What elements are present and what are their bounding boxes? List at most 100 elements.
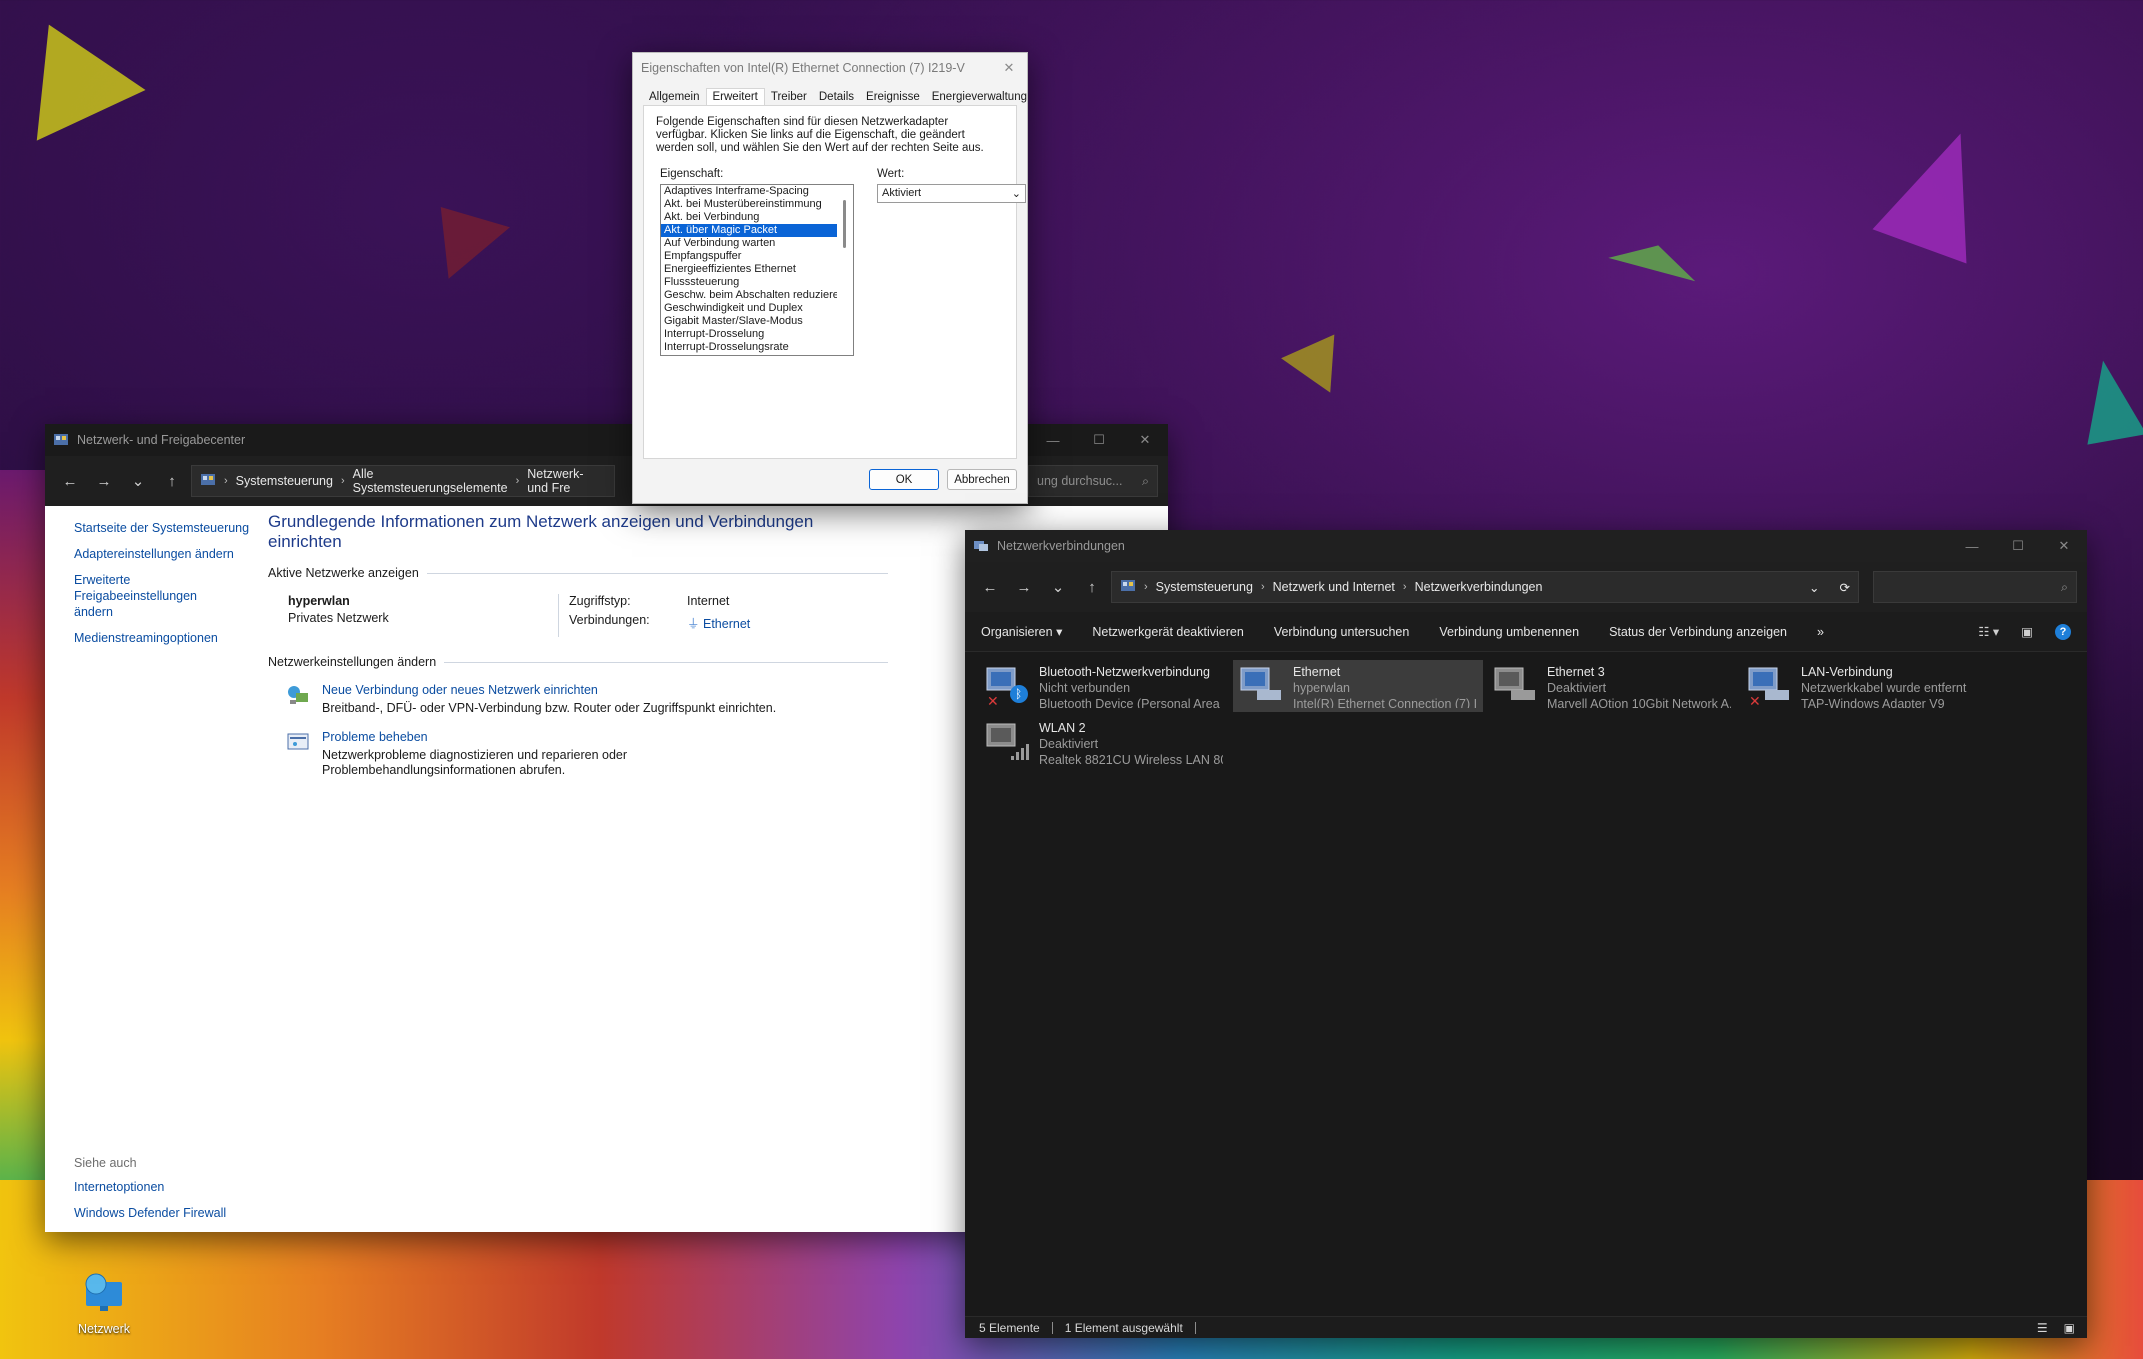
section-title: Netzwerkeinstellungen ändern bbox=[268, 655, 437, 669]
forward-button[interactable]: → bbox=[1009, 572, 1039, 602]
list-item[interactable]: Interrupt-Drosselung bbox=[661, 328, 837, 341]
connection-device: Marvell AQtion 10Gbit Network A... bbox=[1547, 697, 1731, 708]
chevron-right-icon: › bbox=[224, 475, 228, 487]
recent-locations-button[interactable]: ⌄ bbox=[1043, 572, 1073, 602]
cp-home-link[interactable]: Startseite der Systemsteuerung bbox=[74, 520, 275, 536]
list-item[interactable]: Gigabit Master/Slave-Modus bbox=[661, 315, 837, 328]
breadcrumb-item[interactable]: Netzwerk- und Fre bbox=[527, 467, 605, 495]
preview-pane-icon[interactable]: ▣ bbox=[2021, 624, 2033, 640]
connection-status: hyperwlan bbox=[1293, 681, 1350, 695]
breadcrumb-item[interactable]: Systemsteuerung bbox=[1156, 580, 1253, 594]
caret-down-icon: ▾ bbox=[1056, 625, 1063, 639]
adapter-settings-link[interactable]: Adaptereinstellungen ändern bbox=[74, 546, 275, 562]
chevron-down-icon[interactable]: ⌄ bbox=[1809, 580, 1819, 595]
dialog-titlebar[interactable]: Eigenschaften von Intel(R) Ethernet Conn… bbox=[633, 53, 1027, 83]
disable-device-button[interactable]: Netzwerkgerät deaktivieren bbox=[1092, 625, 1243, 639]
back-button[interactable]: ← bbox=[55, 466, 85, 496]
refresh-icon[interactable]: ⟳ bbox=[1840, 580, 1850, 595]
back-button[interactable]: ← bbox=[975, 572, 1005, 602]
rename-button[interactable]: Verbindung umbenennen bbox=[1439, 625, 1579, 639]
network-connections-icon bbox=[973, 538, 989, 554]
large-icons-view-icon[interactable]: ▣ bbox=[2064, 1321, 2075, 1335]
connection-name: LAN-Verbindung bbox=[1801, 665, 1893, 679]
diagnose-button[interactable]: Verbindung untersuchen bbox=[1274, 625, 1410, 639]
forward-button[interactable]: → bbox=[89, 466, 119, 496]
list-item[interactable]: ᛒ ✕ Bluetooth-Netzwerkverbindung Nicht ve… bbox=[979, 660, 1229, 712]
troubleshoot-desc: Netzwerkprobleme diagnostizieren und rep… bbox=[322, 748, 628, 777]
list-item[interactable]: Flusssteuerung bbox=[661, 276, 837, 289]
list-item-selected[interactable]: Akt. über Magic Packet bbox=[661, 224, 837, 237]
list-item[interactable]: Auf Verbindung warten bbox=[661, 237, 837, 250]
new-connection-link[interactable]: Neue Verbindung oder neues Netzwerk einr… bbox=[322, 683, 822, 697]
desktop-icon-network[interactable]: Netzwerk bbox=[72, 1270, 136, 1336]
selection-count: 1 Element ausgewählt bbox=[1064, 1320, 1183, 1335]
nc-titlebar[interactable]: Netzwerkverbindungen — ☐ ✕ bbox=[965, 530, 2087, 562]
list-item[interactable]: Interrupt-Drosselungsrate bbox=[661, 341, 837, 354]
wallpaper-shape bbox=[1281, 317, 1359, 393]
ok-button[interactable]: OK bbox=[869, 469, 939, 490]
dialog-title: Eigenschaften von Intel(R) Ethernet Conn… bbox=[641, 61, 965, 75]
breadcrumb-item[interactable]: Netzwerk und Internet bbox=[1273, 580, 1395, 594]
connection-name: Ethernet 3 bbox=[1547, 665, 1605, 679]
tab-allgemein[interactable]: Allgemein bbox=[643, 89, 706, 105]
tab-erweitert[interactable]: Erweitert bbox=[705, 88, 765, 105]
view-status-button[interactable]: Status der Verbindung anzeigen bbox=[1609, 625, 1787, 639]
nc-address-bar[interactable]: › Systemsteuerung › Netzwerk und Interne… bbox=[1111, 571, 1859, 603]
value-dropdown[interactable]: Aktiviert ⌄ bbox=[877, 184, 1026, 203]
close-button[interactable]: ✕ bbox=[2041, 530, 2087, 562]
media-streaming-link[interactable]: Medienstreamingoptionen bbox=[74, 630, 275, 646]
list-scrollbar[interactable] bbox=[838, 188, 852, 354]
list-item-selected[interactable]: Ethernet hyperwlan Intel(R) Ethernet Con… bbox=[1233, 660, 1483, 712]
wallpaper-shape bbox=[1872, 116, 2008, 264]
change-settings-header: Netzwerkeinstellungen ändern bbox=[268, 655, 888, 669]
change-view-icon[interactable]: ☷ ▾ bbox=[1978, 624, 1999, 640]
tab-details[interactable]: Details bbox=[813, 89, 860, 105]
connection-device: Realtek 8821CU Wireless LAN 802.... bbox=[1039, 753, 1223, 764]
up-button[interactable]: ↑ bbox=[157, 466, 187, 496]
cp-address-bar[interactable]: › Systemsteuerung › Alle Systemsteuerung… bbox=[191, 465, 615, 497]
list-item[interactable]: Adaptives Interframe-Spacing bbox=[661, 185, 837, 198]
close-button[interactable]: ✕ bbox=[991, 53, 1027, 84]
minimize-button[interactable]: — bbox=[1949, 530, 1995, 562]
organize-button[interactable]: Organisieren ▾ bbox=[981, 624, 1062, 639]
maximize-button[interactable]: ☐ bbox=[1076, 424, 1122, 456]
tab-treiber[interactable]: Treiber bbox=[765, 89, 813, 105]
cp-main-pane: Grundlegende Informationen zum Netzwerk … bbox=[268, 506, 888, 792]
list-item[interactable]: WLAN 2 Deaktiviert Realtek 8821CU Wirele… bbox=[979, 716, 1229, 768]
ethernet-plug-icon: ⏚ bbox=[687, 617, 703, 631]
cp-search-input[interactable]: ung durchsuc... ⌕ bbox=[1028, 465, 1158, 497]
breadcrumb-item[interactable]: Alle Systemsteuerungselemente bbox=[353, 467, 508, 495]
tab-ereignisse[interactable]: Ereignisse bbox=[860, 89, 926, 105]
troubleshoot-link[interactable]: Probleme beheben bbox=[322, 730, 822, 744]
connection-link[interactable]: ⏚ Ethernet bbox=[687, 613, 750, 632]
list-item[interactable]: Empfangspuffer bbox=[661, 250, 837, 263]
nc-search-input[interactable]: ⌕ bbox=[1873, 571, 2077, 603]
advanced-sharing-link[interactable]: Erweiterte Freigabeeinstellungen ändern bbox=[74, 572, 234, 620]
maximize-button[interactable]: ☐ bbox=[1995, 530, 2041, 562]
internet-options-link[interactable]: Internetoptionen bbox=[74, 1179, 226, 1195]
active-network-panel: hyperwlan Privates Netzwerk Zugriffstyp:… bbox=[268, 594, 888, 637]
breadcrumb-item[interactable]: Netzwerkverbindungen bbox=[1415, 580, 1543, 594]
list-item[interactable]: Energieeffizientes Ethernet bbox=[661, 263, 837, 276]
help-icon[interactable]: ? bbox=[2055, 623, 2071, 640]
list-item[interactable]: Akt. bei Musterübereinstimmung bbox=[661, 198, 837, 211]
up-button[interactable]: ↑ bbox=[1077, 572, 1107, 602]
defender-firewall-link[interactable]: Windows Defender Firewall bbox=[74, 1205, 226, 1221]
list-item[interactable]: Ethernet 3 Deaktiviert Marvell AQtion 10… bbox=[1487, 660, 1737, 712]
ethernet-icon bbox=[1239, 664, 1285, 708]
list-item[interactable]: ✕ LAN-Verbindung Netzwerkkabel wurde ent… bbox=[1741, 660, 1991, 712]
close-button[interactable]: ✕ bbox=[1122, 424, 1168, 456]
recent-locations-button[interactable]: ⌄ bbox=[123, 466, 153, 496]
list-item[interactable]: Geschwindigkeit und Duplex bbox=[661, 302, 837, 315]
more-commands-button[interactable]: » bbox=[1817, 625, 1824, 639]
minimize-button[interactable]: — bbox=[1030, 424, 1076, 456]
details-view-icon[interactable]: ☰ bbox=[2037, 1321, 2048, 1335]
list-item[interactable]: Geschw. beim Abschalten reduzieren bbox=[661, 289, 837, 302]
list-item[interactable]: Akt. bei Verbindung bbox=[661, 211, 837, 224]
connection-name: Ethernet bbox=[1293, 665, 1341, 679]
tab-energieverwaltung[interactable]: Energieverwaltung bbox=[926, 89, 1027, 105]
cancel-button[interactable]: Abbrechen bbox=[947, 469, 1017, 490]
property-list[interactable]: Adaptives Interframe-Spacing Akt. bei Mu… bbox=[660, 184, 854, 356]
breadcrumb-item[interactable]: Systemsteuerung bbox=[236, 474, 333, 488]
chevron-right-icon: › bbox=[340, 475, 345, 487]
